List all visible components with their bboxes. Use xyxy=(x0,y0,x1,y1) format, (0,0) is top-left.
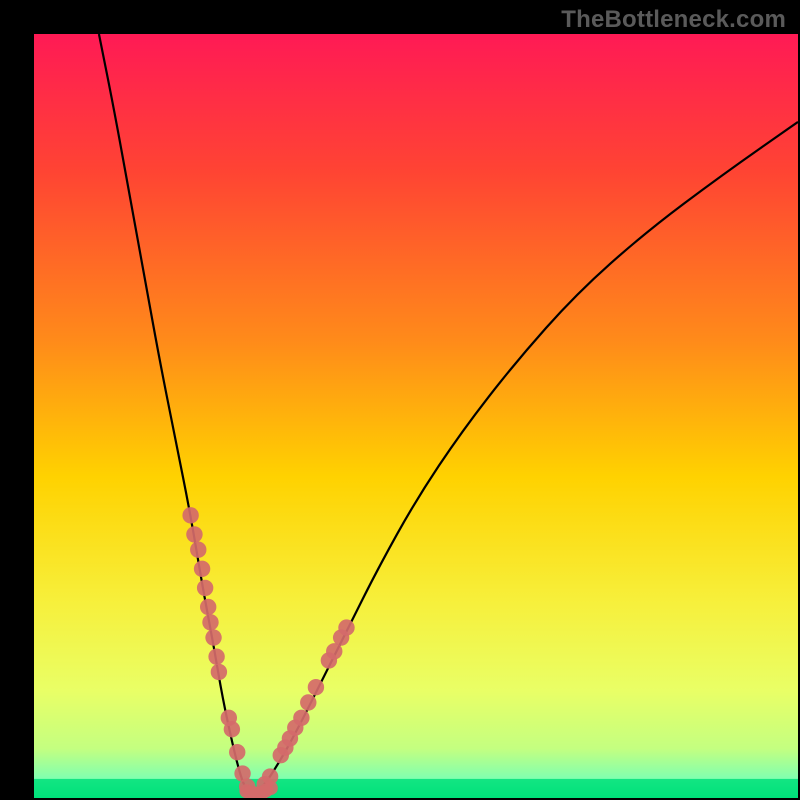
watermark-label: TheBottleneck.com xyxy=(561,6,786,34)
chart-plot xyxy=(34,34,798,798)
chart-svg xyxy=(34,34,798,798)
chart-frame: TheBottleneck.com xyxy=(0,0,800,800)
